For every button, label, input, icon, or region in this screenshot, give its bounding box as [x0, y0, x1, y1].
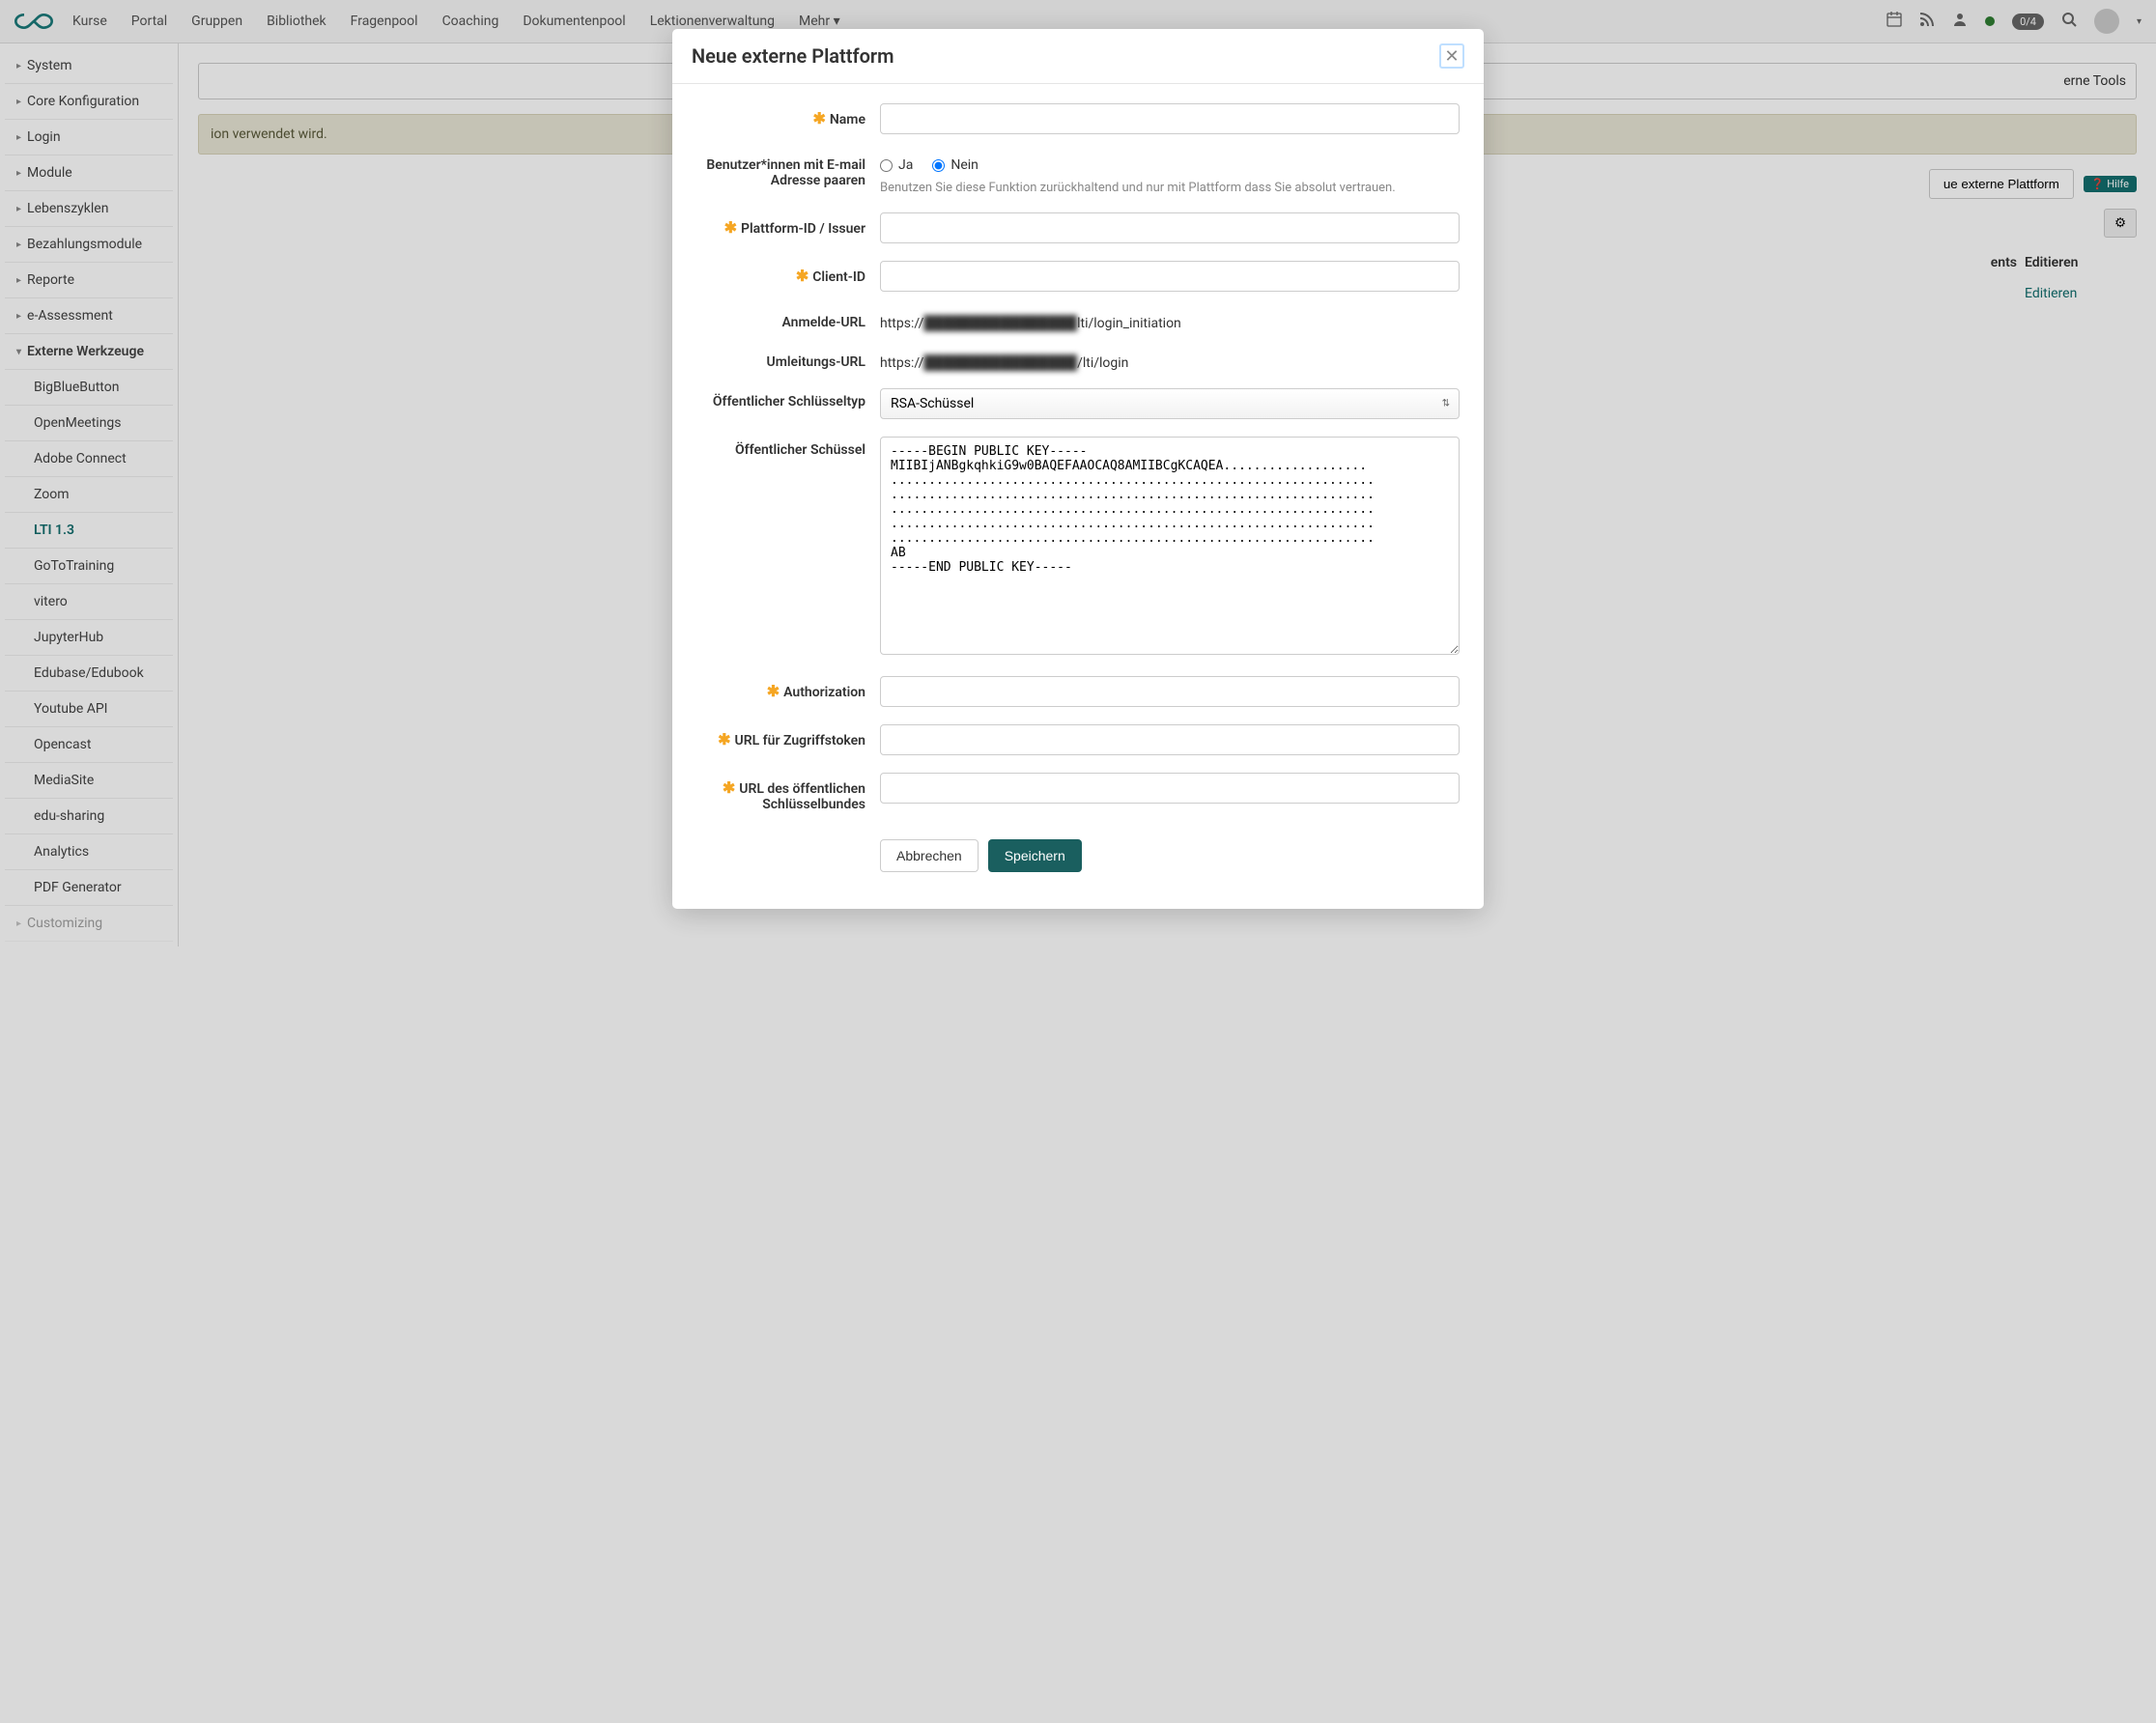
label-pubkey: Öffentlicher Schüssel: [696, 437, 880, 458]
close-button[interactable]: ✕: [1439, 43, 1464, 69]
modal-header: Neue externe Plattform ✕: [672, 29, 1484, 84]
label-pubkey-type: Öffentlicher Schlüsseltyp: [696, 388, 880, 410]
login-url-value: https://████████████████lti/login_initia…: [880, 309, 1460, 331]
label-pair-email: Benutzer*innen mit E-mail Adresse paaren: [696, 152, 880, 188]
pubkeyset-url-input[interactable]: [880, 773, 1460, 804]
name-input[interactable]: [880, 103, 1460, 134]
redirect-url-value: https://████████████████/lti/login: [880, 349, 1460, 371]
label-authorization: ✱Authorization: [696, 676, 880, 700]
save-button[interactable]: Speichern: [988, 839, 1082, 872]
label-redirect-url: Umleitungs-URL: [696, 349, 880, 370]
platform-id-input[interactable]: [880, 212, 1460, 243]
modal-new-platform: Neue externe Plattform ✕ ✱Name Benutzer*…: [672, 29, 1484, 909]
radio-no[interactable]: Nein: [932, 157, 979, 173]
label-name: ✱Name: [696, 103, 880, 127]
pair-email-help: Benutzen Sie diese Funktion zurückhalten…: [880, 181, 1460, 195]
pubkey-type-select[interactable]: RSA-Schüssel: [880, 388, 1460, 419]
label-pubkeyset-url: ✱URL des öffentlichen Schlüsselbundes: [696, 773, 880, 812]
radio-yes[interactable]: Ja: [880, 157, 913, 173]
cancel-button[interactable]: Abbrechen: [880, 839, 979, 872]
label-platform-id: ✱Plattform-ID / Issuer: [696, 212, 880, 237]
client-id-input[interactable]: [880, 261, 1460, 292]
label-client-id: ✱Client-ID: [696, 261, 880, 285]
close-icon: ✕: [1444, 47, 1459, 65]
modal-title: Neue externe Plattform: [692, 44, 894, 68]
authorization-input[interactable]: [880, 676, 1460, 707]
pubkey-textarea[interactable]: [880, 437, 1460, 655]
label-login-url: Anmelde-URL: [696, 309, 880, 330]
modal-body: ✱Name Benutzer*innen mit E-mail Adresse …: [672, 84, 1484, 909]
token-url-input[interactable]: [880, 724, 1460, 755]
label-token-url: ✱URL für Zugriffstoken: [696, 724, 880, 749]
